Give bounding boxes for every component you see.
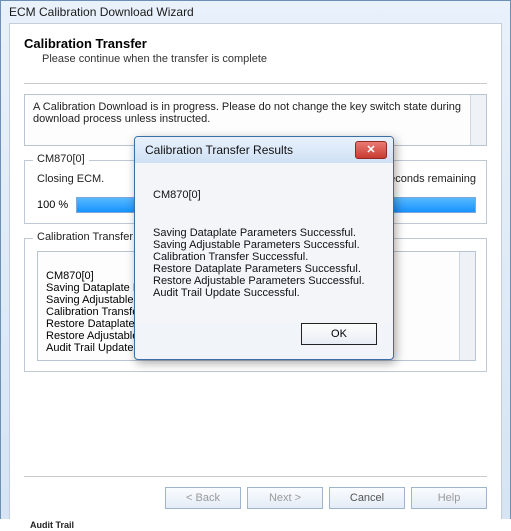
- scrollbar[interactable]: [470, 95, 486, 145]
- dialog-body: CM870[0] Saving Dataplate Parameters Suc…: [135, 163, 393, 323]
- back-button[interactable]: < Back: [165, 487, 241, 509]
- dialog-device: CM870[0]: [153, 189, 375, 201]
- footer-label: Audit Trail: [30, 520, 74, 530]
- footer-bar: Audit Trail: [0, 519, 511, 531]
- window-titlebar[interactable]: ECM Calibration Download Wizard: [1, 1, 510, 23]
- ok-button[interactable]: OK: [301, 323, 377, 345]
- wizard-buttons: < Back Next > Cancel Help: [24, 476, 487, 509]
- dialog-title: Calibration Transfer Results: [145, 143, 293, 157]
- wizard-heading: Calibration Transfer: [24, 36, 487, 51]
- warning-text: A Calibration Download is in progress. P…: [33, 101, 461, 125]
- dialog-button-row: OK: [135, 323, 393, 359]
- wizard-subheading: Please continue when the transfer is com…: [42, 53, 487, 65]
- close-icon[interactable]: ✕: [355, 141, 387, 159]
- wizard-header: Calibration Transfer Please continue whe…: [24, 36, 487, 77]
- dialog-titlebar[interactable]: Calibration Transfer Results ✕: [135, 137, 393, 163]
- status-left: Closing ECM.: [37, 173, 104, 185]
- dialog-lines: Saving Dataplate Parameters Successful. …: [153, 227, 375, 299]
- cancel-button[interactable]: Cancel: [329, 487, 405, 509]
- help-button[interactable]: Help: [411, 487, 487, 509]
- next-button[interactable]: Next >: [247, 487, 323, 509]
- results-dialog: Calibration Transfer Results ✕ CM870[0] …: [134, 136, 394, 360]
- log-legend: Calibration Transfer: [33, 231, 137, 243]
- progress-label: 100 %: [37, 199, 68, 211]
- scrollbar[interactable]: [459, 252, 475, 360]
- device-legend: CM870[0]: [33, 153, 89, 165]
- window-title: ECM Calibration Download Wizard: [9, 5, 194, 19]
- divider: [24, 83, 487, 84]
